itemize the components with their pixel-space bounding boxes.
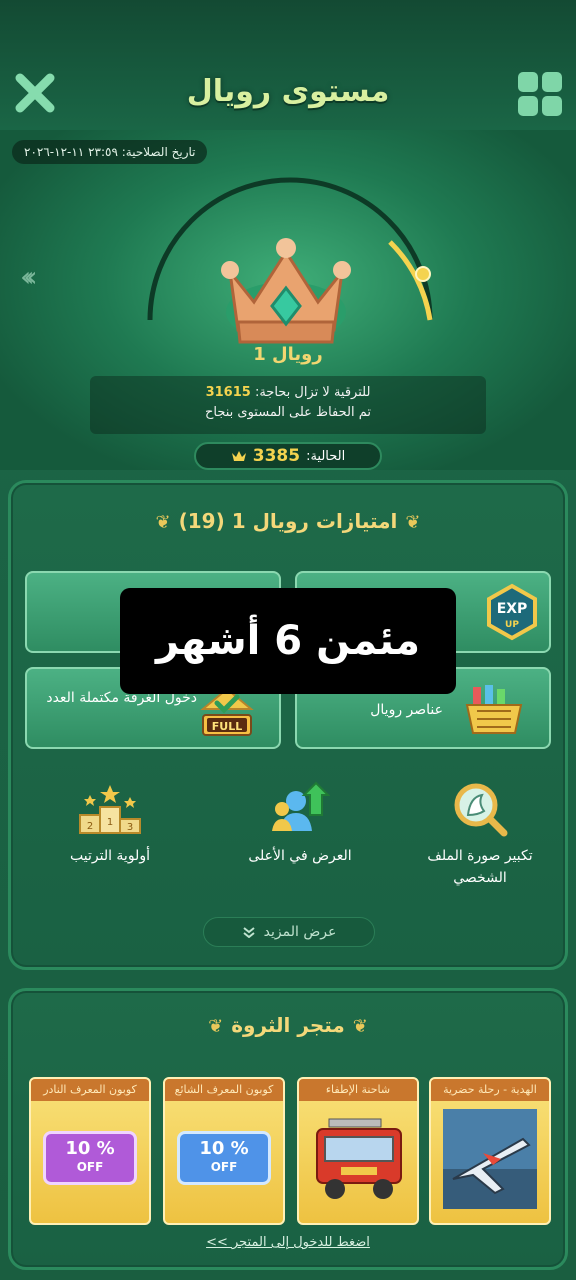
crown-icon (221, 238, 351, 344)
privileges-title: ❦امتيازات رويال 1 (19)❦ (155, 509, 421, 533)
privilege-top-display[interactable]: العرض في الأعلى (225, 779, 375, 867)
top-display-label: العرض في الأعلى (248, 848, 352, 864)
privilege-ranking-priority[interactable]: 2 1 3 أولوية الترتيب (35, 779, 185, 867)
up-badge-text: UP (505, 620, 519, 630)
plane-gift-icon (443, 1109, 537, 1209)
overlay-banner: مئمن 6 أشهر (120, 588, 456, 694)
progress-info: للترقية لا تزال بحاجة: 31615 تم الحفاظ ع… (90, 376, 486, 434)
royal-level-screen: مستوى رويال تاريخ الصلاحية: ٢٣:٥٩ ١١-١٢-… (0, 0, 576, 1280)
ranking-priority-label: أولوية الترتيب (70, 848, 150, 864)
podium-icon: 2 1 3 (79, 785, 141, 834)
podium-rank-1: 1 (107, 817, 113, 828)
exp-up-icon: EXP UP (487, 583, 537, 641)
privilege-profile-zoom[interactable]: تكبير صورة الملف الشخصي (405, 779, 555, 889)
podium-rank-2: 2 (87, 821, 93, 832)
chevron-down-icon (243, 927, 255, 938)
crown-small-icon (231, 451, 246, 461)
upgrade-needed-value: 31615 (205, 385, 251, 400)
header: مستوى رويال (0, 0, 576, 130)
royal-items-basket-icon (465, 685, 523, 734)
upgrade-label: للترقية لا تزال بحاجة: (254, 385, 371, 400)
current-label: الحالية: (306, 448, 346, 464)
enter-store-link[interactable]: اضغط للدخول إلى المتجر >> (11, 1235, 565, 1250)
leaf-icon: ❦ (208, 1016, 224, 1037)
show-more-button[interactable]: عرض المزيد (203, 917, 375, 947)
show-more-label: عرض المزيد (263, 924, 337, 940)
coupon-purple-icon: 10 % OFF (43, 1131, 137, 1185)
store-item-label: كوبون المعرف الشائع (165, 1079, 283, 1101)
maintained-text: تم الحفاظ على المستوى بنجاح (204, 405, 371, 420)
current-value: 3385 (252, 446, 301, 466)
coupon-blue-icon: 10 % OFF (177, 1131, 271, 1185)
close-icon[interactable] (14, 72, 56, 114)
store-item-rare-id-coupon[interactable]: كوبون المعرف النادر 10 % OFF (29, 1077, 151, 1225)
podium-rank-3: 3 (127, 822, 133, 833)
current-points-pill: الحالية: 3385 (194, 442, 382, 470)
previous-level-arrows-icon[interactable]: ‹‹‹ (20, 260, 37, 293)
wealth-store-panel: ❦متجر الثروة❦ الهدية - رحلة حضرية شاحنة … (8, 988, 568, 1270)
store-item-label: شاحنة الإطفاء (299, 1079, 417, 1101)
privileges-panel: ❦امتيازات رويال 1 (19)❦ EXP UP دخول الغر… (8, 480, 568, 970)
store-item-label: الهدية - رحلة حضرية (431, 1079, 549, 1101)
full-badge-text: FULL (212, 720, 242, 733)
menu-grid-icon[interactable] (518, 72, 562, 116)
hero-section: تاريخ الصلاحية: ٢٣:٥٩ ١١-١٢-٢٠٢٦ ‹‹‹ روي… (0, 130, 576, 470)
profile-zoom-label: تكبير صورة الملف الشخصي (427, 848, 533, 886)
level-name: رويال 1 (253, 344, 323, 365)
leaf-icon: ❦ (155, 512, 171, 533)
leaf-icon: ❦ (405, 512, 421, 533)
royal-items-label: عناصر رويال (370, 702, 443, 718)
store-item-fire-truck[interactable]: شاحنة الإطفاء (297, 1077, 419, 1225)
expiry-date: تاريخ الصلاحية: ٢٣:٥٩ ١١-١٢-٢٠٢٦ (12, 140, 208, 164)
store-item-label: كوبون المعرف النادر (31, 1079, 149, 1101)
exp-badge-text: EXP (497, 601, 528, 617)
magnify-profile-icon (454, 783, 508, 837)
store-title: ❦متجر الثروة❦ (208, 1013, 368, 1037)
page-title: مستوى رويال (186, 74, 390, 109)
store-item-common-id-coupon[interactable]: كوبون المعرف الشائع 10 % OFF (163, 1077, 285, 1225)
leaf-icon: ❦ (352, 1016, 368, 1037)
top-display-icon (272, 781, 330, 831)
fire-truck-icon (316, 1118, 402, 1199)
store-item-urban-trip-gift[interactable]: الهدية - رحلة حضرية (429, 1077, 551, 1225)
